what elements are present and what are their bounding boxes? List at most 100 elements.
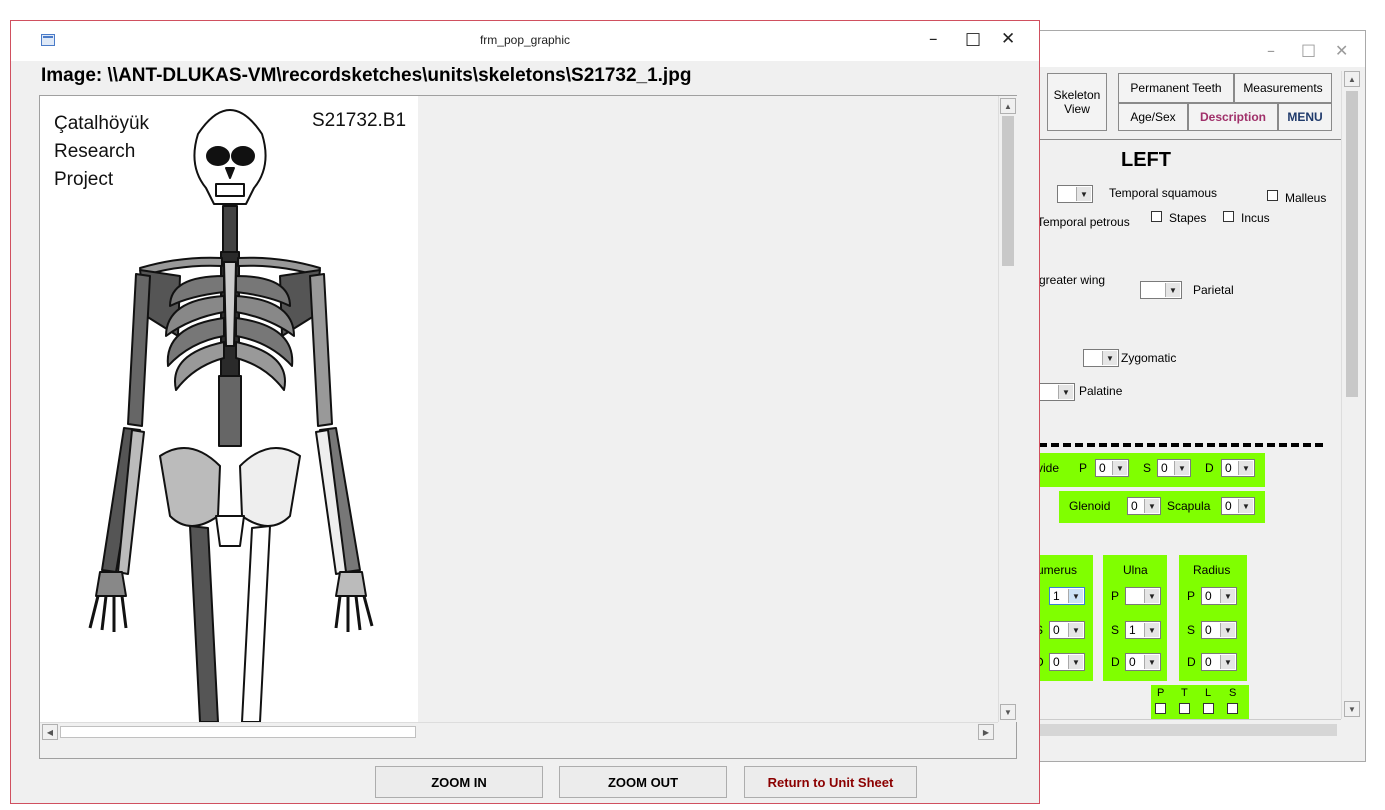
tab-measurements[interactable]: Measurements (1234, 73, 1332, 103)
dropdown-arrow-icon: ▼ (1174, 461, 1189, 475)
radius-d-value: 0 (1205, 655, 1212, 669)
stapes-label: Stapes (1169, 211, 1207, 225)
temporal-squamous-combo[interactable]: ▼ (1057, 185, 1093, 203)
humerus-s-combo[interactable]: 0 ▼ (1049, 621, 1085, 639)
radius-p-combo[interactable]: 0 ▼ (1201, 587, 1237, 605)
scroll-right-icon[interactable]: ▶ (978, 724, 994, 740)
ulna-p-combo[interactable]: ▼ (1125, 587, 1161, 605)
hand-l-checkbox[interactable] (1203, 703, 1214, 714)
parietal-combo[interactable]: ▼ (1140, 281, 1182, 299)
malleus-checkbox[interactable] (1267, 190, 1278, 201)
dropdown-arrow-icon: ▼ (1068, 623, 1083, 637)
popup-graphic-window: frm_pop_graphic – □ ✕ Image: \\ANT-DLUKA… (10, 20, 1040, 804)
scroll-left-icon[interactable]: ◀ (42, 724, 58, 740)
tab-menu[interactable]: MENU (1278, 103, 1332, 131)
dropdown-arrow-icon: ▼ (1220, 623, 1235, 637)
clavicle-d-combo[interactable]: 0 ▼ (1221, 459, 1255, 477)
unit-sheet-window: – □ ✕ Skeleton View Permanent Teeth Meas… (1028, 30, 1366, 762)
zygomatic-combo[interactable]: ▼ (1083, 349, 1119, 367)
dropdown-arrow-icon: ▼ (1165, 283, 1180, 297)
clavicle-s-combo[interactable]: 0 ▼ (1157, 459, 1191, 477)
dropdown-arrow-icon: ▼ (1238, 461, 1253, 475)
dropdown-arrow-icon: ▼ (1220, 589, 1235, 603)
ulna-d-combo[interactable]: 0 ▼ (1125, 653, 1161, 671)
popup-titlebar: frm_pop_graphic – □ ✕ (11, 21, 1039, 61)
humerus-d-value: 0 (1053, 655, 1060, 669)
zoom-in-button[interactable]: ZOOM IN (375, 766, 543, 798)
dropdown-arrow-icon: ▼ (1144, 623, 1159, 637)
tab-description[interactable]: Description (1188, 103, 1278, 131)
dropdown-arrow-icon: ▼ (1058, 385, 1073, 399)
tab-permanent-teeth[interactable]: Permanent Teeth (1118, 73, 1234, 103)
radius-p-value: 0 (1205, 589, 1212, 603)
clavicle-s-value: 0 (1161, 461, 1168, 475)
zygomatic-label: Zygomatic (1121, 351, 1177, 365)
stapes-checkbox[interactable] (1151, 211, 1162, 222)
window-title: frm_pop_graphic (479, 33, 571, 47)
vertical-scrollbar[interactable]: ▲ ▼ (1341, 71, 1362, 719)
minimize-icon[interactable]: – (929, 29, 938, 49)
scapula-combo[interactable]: 0 ▼ (1221, 497, 1255, 515)
radius-d-combo[interactable]: 0 ▼ (1201, 653, 1237, 671)
malleus-label: Malleus (1285, 191, 1327, 205)
maximize-icon[interactable]: □ (1301, 40, 1316, 59)
tab-age-sex[interactable]: Age/Sex (1118, 103, 1188, 131)
humerus-label: umerus (1037, 563, 1078, 577)
clavicle-p-combo[interactable]: 0 ▼ (1095, 459, 1129, 477)
ulna-s-label: S (1111, 623, 1120, 637)
ulna-p-label: P (1111, 589, 1120, 603)
image-h-scrollbar-thumb[interactable] (60, 726, 416, 738)
palatine-label: Palatine (1079, 384, 1123, 398)
horizontal-scrollbar[interactable] (1029, 719, 1341, 740)
zoom-out-button[interactable]: ZOOM OUT (559, 766, 727, 798)
scapula-label: Scapula (1167, 499, 1211, 513)
image-viewer[interactable]: Çatalhöyük Research Project S21732.B1 ▲ … (39, 95, 1017, 759)
close-icon[interactable]: ✕ (1001, 29, 1015, 49)
dropdown-arrow-icon: ▼ (1144, 499, 1159, 513)
hand-t-checkbox[interactable] (1179, 703, 1190, 714)
close-icon[interactable]: ✕ (1335, 41, 1348, 60)
temporal-petrous-label: Temporal petrous (1037, 215, 1130, 229)
clavicle-label: vide (1037, 461, 1060, 475)
ulna-d-label: D (1111, 655, 1120, 669)
ulna-s-value: 1 (1129, 623, 1136, 637)
tab-skeleton-view[interactable]: Skeleton View (1047, 73, 1107, 131)
image-path-label: Image: \\ANT-DLUKAS-VM\recordsketches\un… (41, 65, 692, 86)
radius-label: Radius (1193, 563, 1231, 577)
temporal-squamous-label: Temporal squamous (1109, 186, 1218, 200)
dropdown-arrow-icon: ▼ (1112, 461, 1127, 475)
humerus-d-combo[interactable]: 0 ▼ (1049, 653, 1085, 671)
image-horizontal-scrollbar[interactable]: ◀ ▶ (40, 722, 998, 741)
dashed-separator (1039, 443, 1323, 447)
scroll-up-icon[interactable]: ▲ (1000, 98, 1016, 114)
unit-sheet-titlebar: – □ ✕ (1029, 31, 1365, 67)
image-scrollbar-thumb[interactable] (1002, 116, 1014, 266)
scroll-up-icon[interactable]: ▲ (1344, 71, 1360, 87)
radius-s-value: 0 (1205, 623, 1212, 637)
ulna-s-combo[interactable]: 1 ▼ (1125, 621, 1161, 639)
radius-s-combo[interactable]: 0 ▼ (1201, 621, 1237, 639)
glenoid-label: Glenoid (1069, 499, 1111, 513)
horizontal-scrollbar-thumb[interactable] (1031, 724, 1337, 736)
radius-s-label: S (1187, 623, 1196, 637)
radius-p-label: P (1187, 589, 1196, 603)
maximize-icon[interactable]: □ (965, 29, 981, 49)
glenoid-combo[interactable]: 0 ▼ (1127, 497, 1161, 515)
hand-p-label: P (1157, 687, 1165, 699)
humerus-p-combo[interactable]: 1 ▼ (1049, 587, 1085, 605)
scroll-down-icon[interactable]: ▼ (1000, 704, 1016, 720)
hand-p-checkbox[interactable] (1155, 703, 1166, 714)
minimize-icon[interactable]: – (1267, 41, 1275, 60)
dropdown-arrow-icon: ▼ (1068, 589, 1083, 603)
hand-s-checkbox[interactable] (1227, 703, 1238, 714)
image-vertical-scrollbar[interactable]: ▲ ▼ (998, 96, 1017, 722)
palatine-combo[interactable]: ▼ (1037, 383, 1075, 401)
clavicle-p-label: P (1079, 461, 1088, 475)
clavicle-d-value: 0 (1225, 461, 1232, 475)
scrollbar-thumb[interactable] (1346, 91, 1358, 397)
return-to-unit-sheet-button[interactable]: Return to Unit Sheet (744, 766, 917, 798)
incus-checkbox[interactable] (1223, 211, 1234, 222)
dropdown-arrow-icon: ▼ (1102, 351, 1117, 365)
scapula-value: 0 (1225, 499, 1232, 513)
scroll-down-icon[interactable]: ▼ (1344, 701, 1360, 717)
